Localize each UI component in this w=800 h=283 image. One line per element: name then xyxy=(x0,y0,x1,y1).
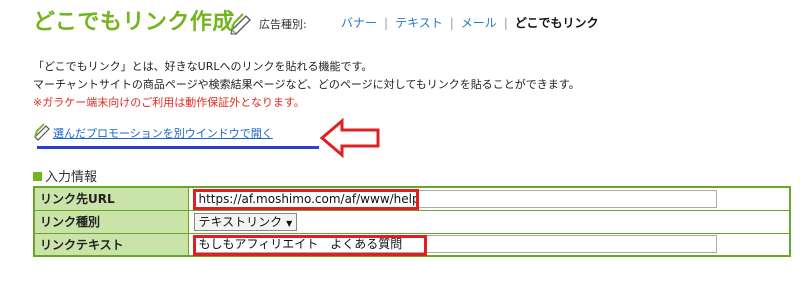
pencil-note-icon xyxy=(230,13,251,35)
text-cell: もしもアフィリエイト よくある質問 xyxy=(187,232,791,257)
annotation-arrow-icon xyxy=(319,118,380,158)
ad-type-mail-link[interactable]: メール xyxy=(461,16,497,30)
link-text-input[interactable]: もしもアフィリエイト よくある質問 xyxy=(193,235,717,254)
link-type-select[interactable]: テキストリンク ▼ xyxy=(193,212,298,231)
ad-type-text-link[interactable]: テキスト xyxy=(395,16,443,30)
type-label: リンク種別 xyxy=(33,209,189,234)
ad-type-nav: バナー | テキスト | メール | どこでもリンク xyxy=(341,14,598,31)
nav-separator: | xyxy=(384,16,389,30)
nav-separator: | xyxy=(449,16,454,30)
description-line-1: 「どこでもリンク」とは、好きなURLへのリンクを貼れる機能です。 xyxy=(33,60,373,73)
link-type-value: テキストリンク xyxy=(198,214,283,229)
link-form-table: リンク先URL https://af.moshimo.com/af/www/he… xyxy=(33,186,791,257)
section-bullet xyxy=(33,172,42,181)
url-cell: https://af.moshimo.com/af/www/help xyxy=(187,186,791,211)
description-line-2: マーチャントサイトの商品ページや検索結果ページなど、どのページに対してもリンクを… xyxy=(33,78,580,91)
form-row-text: リンクテキスト もしもアフィリエイト よくある質問 xyxy=(33,232,791,257)
promo-link-row: 選んだプロモーションを別ウインドウで開く xyxy=(33,122,333,149)
page-title: どこでもリンク作成 xyxy=(33,10,235,35)
pencil-note-icon xyxy=(34,123,50,141)
section-heading: 入力情報 xyxy=(33,166,97,185)
section-title: 入力情報 xyxy=(45,170,98,185)
annotation-underline xyxy=(37,146,319,149)
open-promotion-link[interactable]: 選んだプロモーションを別ウインドウで開く xyxy=(53,125,273,141)
text-label: リンクテキスト xyxy=(33,232,189,257)
url-label: リンク先URL xyxy=(33,186,189,211)
warning-text: ※ガラケー端末向けのご利用は動作保証外となります。 xyxy=(33,96,305,109)
type-cell: テキストリンク ▼ xyxy=(187,209,791,234)
page-header: どこでもリンク作成 広告種別: バナー | テキスト | メール | どこでもリンク xyxy=(33,4,793,38)
form-row-url: リンク先URL https://af.moshimo.com/af/www/he… xyxy=(33,186,791,211)
ad-type-label: 広告種別: xyxy=(259,18,307,31)
nav-separator: | xyxy=(503,16,508,30)
ad-type-banner-link[interactable]: バナー xyxy=(341,16,377,30)
dropdown-caret-icon: ▼ xyxy=(286,218,293,228)
url-input[interactable]: https://af.moshimo.com/af/www/help xyxy=(193,189,717,208)
ad-type-anywhere-current: どこでもリンク xyxy=(514,16,599,30)
description: 「どこでもリンク」とは、好きなURLへのリンクを貼れる機能です。 マーチャントサ… xyxy=(33,58,580,112)
form-row-type: リンク種別 テキストリンク ▼ xyxy=(33,209,791,234)
